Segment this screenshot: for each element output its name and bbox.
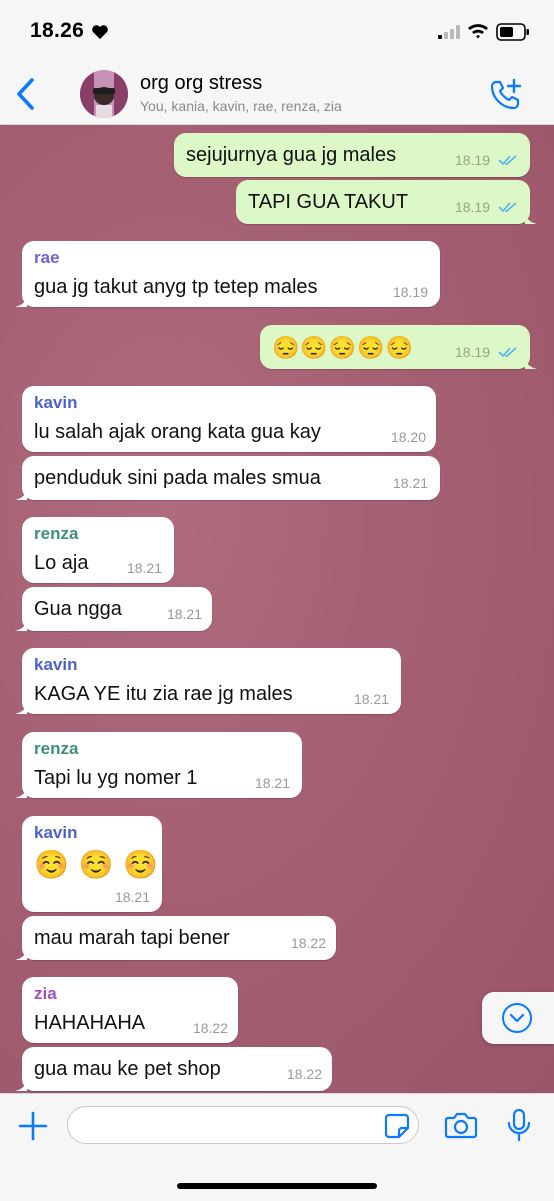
message-text: 😔😔😔😔😔 xyxy=(272,335,414,360)
bubble-tail xyxy=(15,293,27,307)
message-incoming[interactable]: renza Tapi lu yg nomer 1 18.21 xyxy=(15,732,302,798)
back-button[interactable] xyxy=(12,76,42,112)
message-incoming[interactable]: kavin ☺️ ☺️ ☺️ 18.21 xyxy=(22,816,162,912)
message-time: 18.21 xyxy=(166,606,202,622)
sender-name: kavin xyxy=(34,393,78,412)
message-text: sejujurnya gua jg males xyxy=(186,144,397,166)
message-incoming[interactable]: Gua ngga 18.21 xyxy=(15,587,212,631)
sender-name: rae xyxy=(34,248,60,267)
message-incoming[interactable]: renza Lo aja 18.21 xyxy=(22,517,174,583)
input-bar xyxy=(0,1093,554,1201)
camera-icon[interactable] xyxy=(444,1109,478,1141)
avatar-image xyxy=(80,70,128,118)
message-outgoing[interactable]: 😔😔😔😔😔 18.19 xyxy=(260,325,537,369)
message-incoming[interactable]: gua mau ke pet shop 18.22 xyxy=(15,1047,332,1091)
message-time: 18.22 xyxy=(286,1066,322,1082)
status-bar: 18.26 xyxy=(0,0,554,64)
message-time: 18.21 xyxy=(392,475,428,491)
message-incoming[interactable]: kavin lu salah ajak orang kata gua kay 1… xyxy=(22,386,436,452)
message-time: 18.21 xyxy=(353,691,389,707)
read-receipt-icon xyxy=(498,202,517,213)
bubble-tail xyxy=(15,784,27,798)
status-time: 18.26 xyxy=(30,19,85,42)
heart-icon xyxy=(92,25,108,39)
message-incoming[interactable]: penduduk sini pada males smua 18.21 xyxy=(15,456,440,500)
message-text: Gua ngga xyxy=(34,598,122,620)
bubble-tail xyxy=(15,617,27,631)
message-text: gua jg takut anyg tp tetep males xyxy=(34,276,318,298)
bubble-tail xyxy=(525,355,537,369)
sender-name: zia xyxy=(34,984,57,1003)
message-time: 18.21 xyxy=(126,560,162,576)
message-text: ☺️ ☺️ ☺️ xyxy=(34,849,160,880)
message-text: HAHAHAHA xyxy=(34,1012,146,1034)
message-time: 18.21 xyxy=(254,775,290,791)
microphone-icon[interactable] xyxy=(506,1108,532,1142)
message-text: Lo aja xyxy=(34,552,89,574)
bubble-tail xyxy=(15,700,27,714)
sticker-icon[interactable] xyxy=(384,1113,410,1139)
message-time: 18.19 xyxy=(454,199,490,215)
sender-name: renza xyxy=(34,524,79,543)
message-text: KAGA YE itu zia rae jg males xyxy=(34,683,293,705)
message-text: mau marah tapi bener xyxy=(34,927,230,949)
add-call-icon[interactable] xyxy=(488,76,524,112)
message-incoming[interactable]: mau marah tapi bener 18.22 xyxy=(15,916,336,960)
chevron-down-icon xyxy=(502,1003,532,1033)
read-receipt-icon xyxy=(498,347,517,358)
read-receipt-icon xyxy=(498,155,517,166)
message-text: penduduk sini pada males smua xyxy=(34,467,321,489)
scroll-to-bottom-button[interactable] xyxy=(482,992,554,1044)
message-time: 18.22 xyxy=(290,935,326,951)
message-time: 18.19 xyxy=(392,284,428,300)
message-incoming[interactable]: kavin KAGA YE itu zia rae jg males 18.21 xyxy=(15,648,401,714)
wifi-icon xyxy=(468,24,488,39)
message-outgoing[interactable]: TAPI GUA TAKUT 18.19 xyxy=(236,180,537,224)
group-title[interactable]: org org stress xyxy=(140,72,262,95)
message-time: 18.21 xyxy=(114,889,150,905)
message-input[interactable] xyxy=(67,1106,419,1144)
message-incoming[interactable]: zia HAHAHAHA 18.22 xyxy=(22,977,238,1043)
message-outgoing[interactable]: sejujurnya gua jg males 18.19 xyxy=(174,133,530,177)
sender-name: renza xyxy=(34,739,79,758)
group-avatar[interactable] xyxy=(80,70,128,118)
bubble-tail xyxy=(525,210,537,224)
bubble-tail xyxy=(15,946,27,960)
message-time: 18.20 xyxy=(390,429,426,445)
message-time: 18.22 xyxy=(192,1020,228,1036)
message-text: Tapi lu yg nomer 1 xyxy=(34,767,198,789)
message-text: TAPI GUA TAKUT xyxy=(248,191,409,213)
plus-icon[interactable] xyxy=(17,1110,49,1142)
sender-name: kavin xyxy=(34,655,78,674)
message-text: gua mau ke pet shop xyxy=(34,1058,221,1080)
home-indicator[interactable] xyxy=(177,1183,377,1189)
bubble-tail xyxy=(15,1077,27,1091)
group-members[interactable]: You, kania, kavin, rae, renza, zia xyxy=(140,98,342,114)
battery-icon xyxy=(496,23,529,41)
chat-area[interactable]: sejujurnya gua jg males 18.19 TAPI GUA T… xyxy=(0,125,554,1093)
message-time: 18.19 xyxy=(454,344,490,360)
bubble-tail xyxy=(15,486,27,500)
message-incoming[interactable]: rae gua jg takut anyg tp tetep males 18.… xyxy=(15,241,440,307)
signal-icon xyxy=(438,25,460,39)
chat-header: org org stress You, kania, kavin, rae, r… xyxy=(0,64,554,125)
message-text: lu salah ajak orang kata gua kay xyxy=(34,421,321,443)
sender-name: kavin xyxy=(34,823,78,842)
message-time: 18.19 xyxy=(454,152,490,168)
